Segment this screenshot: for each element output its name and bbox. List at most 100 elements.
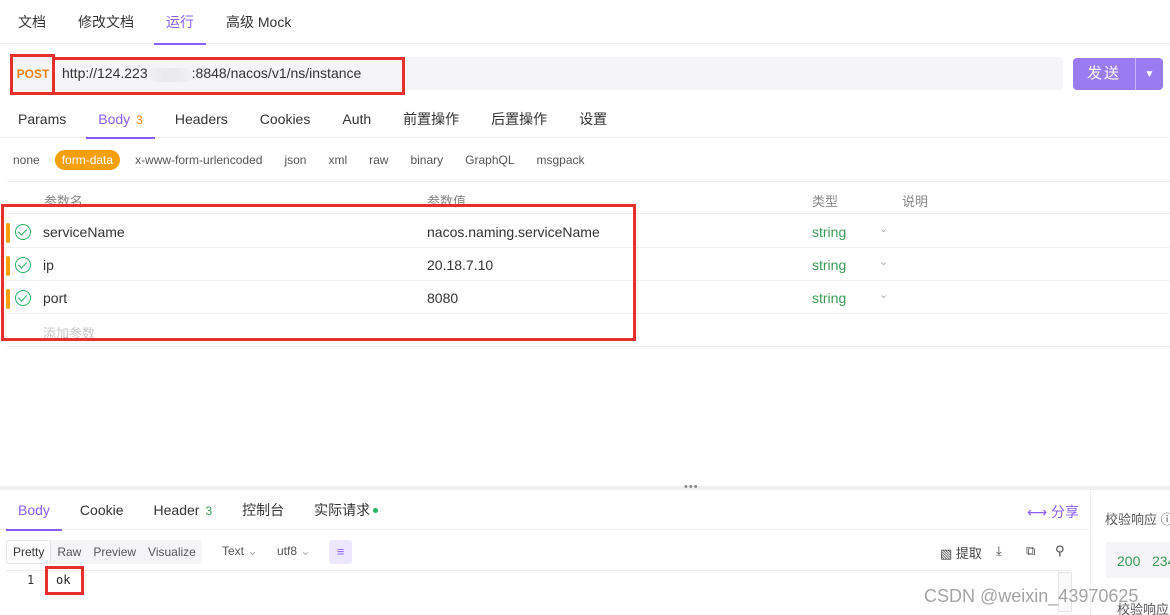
param-name[interactable]: ip <box>43 257 54 273</box>
header-param-type: 类型 <box>812 194 839 209</box>
header-param-desc: 说明 <box>902 194 929 209</box>
send-label: 发送 <box>1073 58 1136 90</box>
share-icon: ⟷ <box>1027 504 1048 520</box>
check-circle-icon[interactable] <box>15 257 31 273</box>
param-value[interactable]: nacos.naming.serviceName <box>427 224 600 240</box>
url-bar[interactable]: POST http://124.223 :8848/nacos/v1/ns/ins… <box>12 57 1063 90</box>
body-type-binary[interactable]: binary <box>403 150 450 170</box>
chevron-down-icon[interactable]: ⌄ <box>879 288 888 301</box>
url-suffix: :8848/nacos/v1/ns/instance <box>191 65 362 82</box>
tab-headers[interactable]: Headers <box>175 100 228 138</box>
row-drag-handle[interactable] <box>6 289 10 309</box>
view-visualize[interactable]: Visualize <box>142 541 202 563</box>
body-type-json[interactable]: json <box>277 150 313 170</box>
encoding-select[interactable]: utf8 ⌄ <box>277 544 310 558</box>
response-time: 234 <box>1152 553 1170 569</box>
param-type[interactable]: string <box>812 257 846 273</box>
validate-response-label: 校验响应 ⓘ <box>1105 509 1170 528</box>
tab-actual-request[interactable]: 实际请求 <box>314 491 379 530</box>
header-param-name: 参数名 <box>44 194 84 209</box>
tab-actual-label: 实际请求 <box>314 501 371 518</box>
url-prefix: http://124.223 <box>62 65 148 82</box>
param-table-header: 参数名 参数值 类型 说明 <box>6 181 1170 214</box>
param-name[interactable]: port <box>43 290 67 306</box>
body-type-urlencoded[interactable]: x-www-form-urlencoded <box>128 150 269 170</box>
body-type-xml[interactable]: xml <box>321 150 354 170</box>
tab-post-operations[interactable]: 后置操作 <box>491 100 547 138</box>
tab-advanced-mock[interactable]: 高级 Mock <box>226 0 291 44</box>
table-row[interactable]: serviceName nacos.naming.serviceName str… <box>6 215 1170 248</box>
body-type-form-data[interactable]: form-data <box>54 150 121 170</box>
view-preview[interactable]: Preview <box>87 541 142 563</box>
param-value[interactable]: 20.18.7.10 <box>427 257 493 273</box>
table-row[interactable]: port 8080 string ⌄ <box>6 281 1170 314</box>
tab-auth[interactable]: Auth <box>342 100 371 138</box>
wrap-icon[interactable]: ≡ <box>329 540 352 564</box>
extract-icon: ▧ <box>940 546 953 561</box>
check-circle-icon[interactable] <box>15 290 31 306</box>
param-type[interactable]: string <box>812 290 846 306</box>
param-value[interactable]: 8080 <box>427 290 458 306</box>
row-drag-handle[interactable] <box>6 223 10 243</box>
request-tab-bar: Params Body 3 Headers Cookies Auth 前置操作 后… <box>0 100 1170 139</box>
view-raw[interactable]: Raw <box>51 541 87 563</box>
tab-response-body[interactable]: Body <box>6 491 62 531</box>
header-param-value: 参数值 <box>427 194 467 209</box>
body-type-raw[interactable]: raw <box>362 150 395 170</box>
body-type-msgpack[interactable]: msgpack <box>530 150 592 170</box>
download-icon[interactable]: ⤓ <box>996 543 1002 559</box>
chevron-down-icon: ⌄ <box>247 544 258 558</box>
body-count-badge: 3 <box>136 112 143 127</box>
view-mode-group: Pretty Raw Preview Visualize <box>6 540 202 564</box>
tab-cookies[interactable]: Cookies <box>260 100 311 138</box>
tab-body[interactable]: Body 3 <box>86 100 155 139</box>
divider <box>6 346 1170 347</box>
search-icon[interactable]: ⚲ <box>1055 543 1065 559</box>
header-count-badge: 3 <box>205 503 213 518</box>
response-tab-bar: Body Cookie Header 3 控制台 实际请求 <box>0 491 1090 531</box>
tab-console[interactable]: 控制台 <box>242 491 284 530</box>
help-icon: ⓘ <box>1160 512 1170 527</box>
body-type-graphql[interactable]: GraphQL <box>458 150 521 170</box>
tab-pre-operations[interactable]: 前置操作 <box>403 100 459 138</box>
add-param-input[interactable]: 添加参数 <box>43 323 95 342</box>
watermark: CSDN @weixin_43970625 <box>924 586 1139 606</box>
format-select[interactable]: Text ⌄ <box>222 544 257 558</box>
tab-edit-docs[interactable]: 修改文档 <box>78 0 134 44</box>
extract-button[interactable]: ▧ 提取 <box>940 543 982 562</box>
row-drag-handle[interactable] <box>6 256 10 276</box>
chevron-down-icon[interactable]: ▼ <box>1136 69 1163 80</box>
chevron-down-icon[interactable]: ⌄ <box>879 255 888 268</box>
method-select[interactable]: POST <box>12 67 54 81</box>
body-type-none[interactable]: none <box>6 150 47 170</box>
check-circle-icon[interactable] <box>15 224 31 240</box>
view-pretty[interactable]: Pretty <box>6 540 52 564</box>
share-label: 分享 <box>1050 504 1079 520</box>
status-code: 200 <box>1117 553 1141 569</box>
tab-header-label: Header <box>153 501 200 518</box>
url-redacted <box>147 67 192 82</box>
line-number: 1 <box>27 573 35 587</box>
chevron-down-icon[interactable]: ⌄ <box>879 222 888 235</box>
share-button[interactable]: ⟷ 分享 <box>1027 502 1079 522</box>
tab-settings[interactable]: 设置 <box>579 100 607 138</box>
param-name[interactable]: serviceName <box>43 224 125 240</box>
tab-response-cookie[interactable]: Cookie <box>80 491 124 530</box>
panel-splitter[interactable] <box>0 486 1170 490</box>
top-tab-bar: 文档 修改文档 运行 高级 Mock <box>0 0 1170 45</box>
tab-docs[interactable]: 文档 <box>18 0 46 44</box>
tab-response-header[interactable]: Header 3 <box>154 491 213 530</box>
table-row[interactable]: ip 20.18.7.10 string ⌄ <box>6 248 1170 281</box>
status-dot <box>373 508 379 514</box>
url-input[interactable]: http://124.223 :8848/nacos/v1/ns/instance <box>54 65 362 82</box>
tab-params[interactable]: Params <box>18 100 66 138</box>
send-button[interactable]: 发送 ▼ <box>1073 58 1163 90</box>
response-text: ok <box>56 573 71 587</box>
response-code-area[interactable] <box>6 570 1072 615</box>
tab-body-label: Body <box>98 110 131 127</box>
copy-icon[interactable]: ⧉ <box>1026 543 1035 559</box>
tab-run[interactable]: 运行 <box>154 0 206 45</box>
param-type[interactable]: string <box>812 224 846 240</box>
body-type-selector: none form-data x-www-form-urlencoded jso… <box>6 149 600 171</box>
chevron-down-icon: ⌄ <box>300 544 311 558</box>
